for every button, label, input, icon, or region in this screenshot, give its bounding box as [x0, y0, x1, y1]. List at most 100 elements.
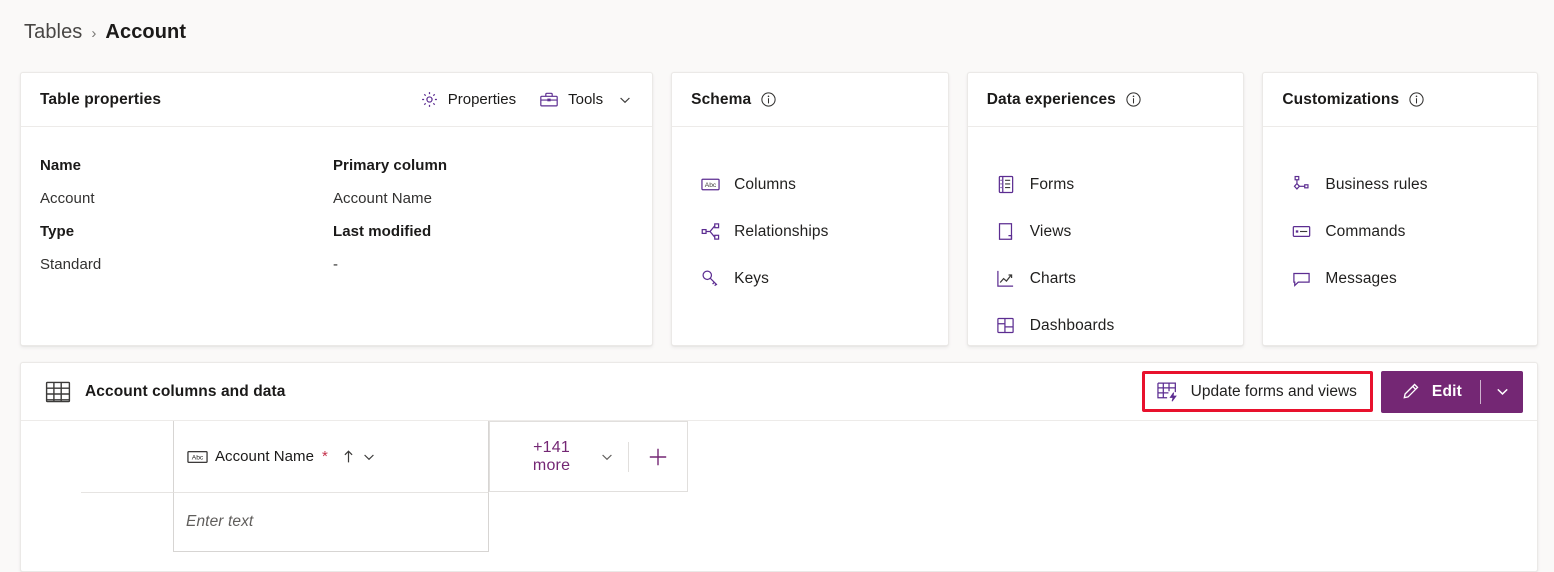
line-chart-icon — [996, 269, 1016, 289]
property-value-name: Account — [40, 190, 95, 207]
panel-header: Account columns and data Update forms an… — [21, 363, 1537, 421]
data-experiences-item-views[interactable]: Views — [987, 208, 1225, 255]
data-experiences-item-charts[interactable]: Charts — [987, 255, 1225, 302]
customizations-item-business-rules[interactable]: Business rules — [1282, 161, 1518, 208]
page-title: Account — [105, 20, 187, 43]
more-columns-button[interactable]: +141 more — [490, 422, 628, 491]
update-forms-and-views-button[interactable]: Update forms and views — [1152, 379, 1363, 404]
edit-button[interactable]: Edit — [1380, 370, 1523, 413]
card-customizations-body: Business rules Commands Messages — [1263, 127, 1537, 345]
schema-item-label: Relationships — [734, 222, 829, 240]
card-table-properties-body: Name Primary column Account Account Name… — [21, 127, 652, 345]
card-table-properties: Table properties Properties Tools Name P… — [20, 72, 654, 346]
property-label-type: Type — [40, 223, 75, 240]
update-forms-and-views-highlight: Update forms and views — [1141, 371, 1373, 412]
customizations-item-messages[interactable]: Messages — [1282, 255, 1518, 302]
customizations-link-list: Business rules Commands Messages — [1282, 149, 1518, 302]
table-properties-actions: Properties Tools — [418, 87, 634, 112]
customizations-item-label: Business rules — [1325, 175, 1428, 193]
grid-column-account-name: Abc Account Name * Enter text — [173, 421, 489, 571]
panel-actions: Update forms and views Edit — [1141, 370, 1523, 413]
toolbox-icon — [539, 90, 559, 109]
info-icon[interactable] — [1125, 91, 1142, 108]
update-table-icon — [1156, 381, 1179, 402]
add-column-button[interactable] — [629, 422, 687, 491]
grid-column-menu-chevron-down-icon[interactable] — [362, 450, 376, 464]
panel-title: Account columns and data — [85, 382, 286, 400]
schema-item-relationships[interactable]: Relationships — [691, 208, 929, 255]
customizations-item-label: Commands — [1325, 222, 1406, 240]
chevron-down-icon — [600, 450, 614, 464]
columns-data-grid: Abc Account Name * Enter text +141 more — [21, 421, 1537, 571]
info-icon[interactable] — [1408, 91, 1425, 108]
business-rules-icon — [1291, 175, 1311, 195]
data-experiences-item-label: Dashboards — [1029, 316, 1115, 334]
data-experiences-link-list: Forms Views Charts Dashboards — [987, 149, 1225, 349]
data-experiences-item-label: Charts — [1029, 269, 1077, 287]
schema-link-list: Abc Columns Relationships Keys — [691, 149, 929, 302]
grid-cell-placeholder: Enter text — [186, 513, 254, 530]
card-title: Customizations — [1282, 90, 1400, 108]
svg-text:Abc: Abc — [704, 182, 716, 189]
data-experiences-item-label: Views — [1029, 222, 1072, 240]
property-value-primary-column: Account Name — [333, 190, 432, 207]
abc-column-icon: Abc — [700, 175, 720, 195]
properties-button-label: Properties — [447, 91, 517, 108]
schema-item-label: Columns — [734, 175, 797, 193]
grid-cell-account-name[interactable]: Enter text — [173, 492, 489, 552]
more-columns-label: +141 more — [532, 438, 571, 474]
breadcrumb-separator-icon: › — [91, 24, 97, 42]
dashboard-icon — [996, 316, 1016, 336]
grid-row-divider — [81, 492, 173, 493]
message-icon — [1291, 269, 1311, 289]
property-label-primary-column: Primary column — [333, 157, 448, 174]
pencil-icon — [1401, 382, 1420, 401]
table-properties-grid: Name Primary column Account Account Name… — [40, 149, 633, 281]
plus-icon — [647, 446, 669, 468]
card-data-experiences-header: Data experiences — [967, 73, 1244, 127]
card-data-experiences: Data experiences Forms Views Charts Dash… — [966, 72, 1245, 349]
view-page-icon — [996, 222, 1016, 242]
grid-column-header-account-name[interactable]: Abc Account Name * — [173, 421, 489, 492]
tools-button-label: Tools — [568, 91, 604, 108]
edit-button-chevron-down-icon[interactable] — [1481, 371, 1523, 413]
abc-text-icon: Abc — [187, 450, 208, 464]
summary-cards-row: Table properties Properties Tools Name P… — [20, 72, 1539, 349]
card-title: Data experiences — [986, 90, 1116, 108]
schema-item-columns[interactable]: Abc Columns — [691, 161, 929, 208]
properties-button[interactable]: Properties — [418, 87, 518, 112]
card-schema: Schema Abc Columns Relationships Keys — [671, 72, 949, 346]
property-label-name: Name — [40, 157, 82, 174]
svg-text:Abc: Abc — [192, 454, 204, 461]
tools-button[interactable]: Tools — [537, 87, 634, 112]
schema-item-keys[interactable]: Keys — [691, 255, 929, 302]
card-schema-header: Schema — [672, 73, 948, 127]
property-value-type: Standard — [40, 256, 102, 273]
table-grid-icon — [45, 380, 71, 404]
account-columns-and-data-panel: Account columns and data Update forms an… — [20, 362, 1538, 572]
breadcrumb-link-tables[interactable]: Tables — [24, 21, 82, 44]
data-experiences-item-label: Forms — [1029, 175, 1075, 193]
commands-icon — [1291, 222, 1311, 242]
sort-ascending-arrow[interactable] — [342, 449, 355, 464]
property-value-last-modified: - — [333, 256, 339, 273]
relationships-icon — [700, 222, 720, 242]
grid-row-header-column — [61, 421, 173, 571]
schema-item-label: Keys — [734, 269, 769, 287]
card-schema-body: Abc Columns Relationships Keys — [672, 127, 948, 345]
card-title: Schema — [691, 90, 752, 108]
card-table-properties-header: Table properties Properties Tools — [21, 73, 653, 127]
grid-more-columns-area: +141 more — [489, 421, 688, 492]
key-icon — [700, 269, 720, 289]
required-marker: * — [321, 448, 328, 465]
property-label-last-modified: Last modified — [333, 223, 432, 240]
edit-button-main[interactable]: Edit — [1381, 371, 1480, 413]
card-customizations: Customizations Business rules Commands M… — [1262, 72, 1539, 346]
form-icon — [996, 175, 1016, 195]
info-icon[interactable] — [760, 91, 777, 108]
card-data-experiences-body: Forms Views Charts Dashboards — [968, 127, 1244, 349]
customizations-item-commands[interactable]: Commands — [1282, 208, 1518, 255]
data-experiences-item-dashboards[interactable]: Dashboards — [987, 302, 1225, 349]
data-experiences-item-forms[interactable]: Forms — [987, 161, 1225, 208]
customizations-item-label: Messages — [1325, 269, 1397, 287]
